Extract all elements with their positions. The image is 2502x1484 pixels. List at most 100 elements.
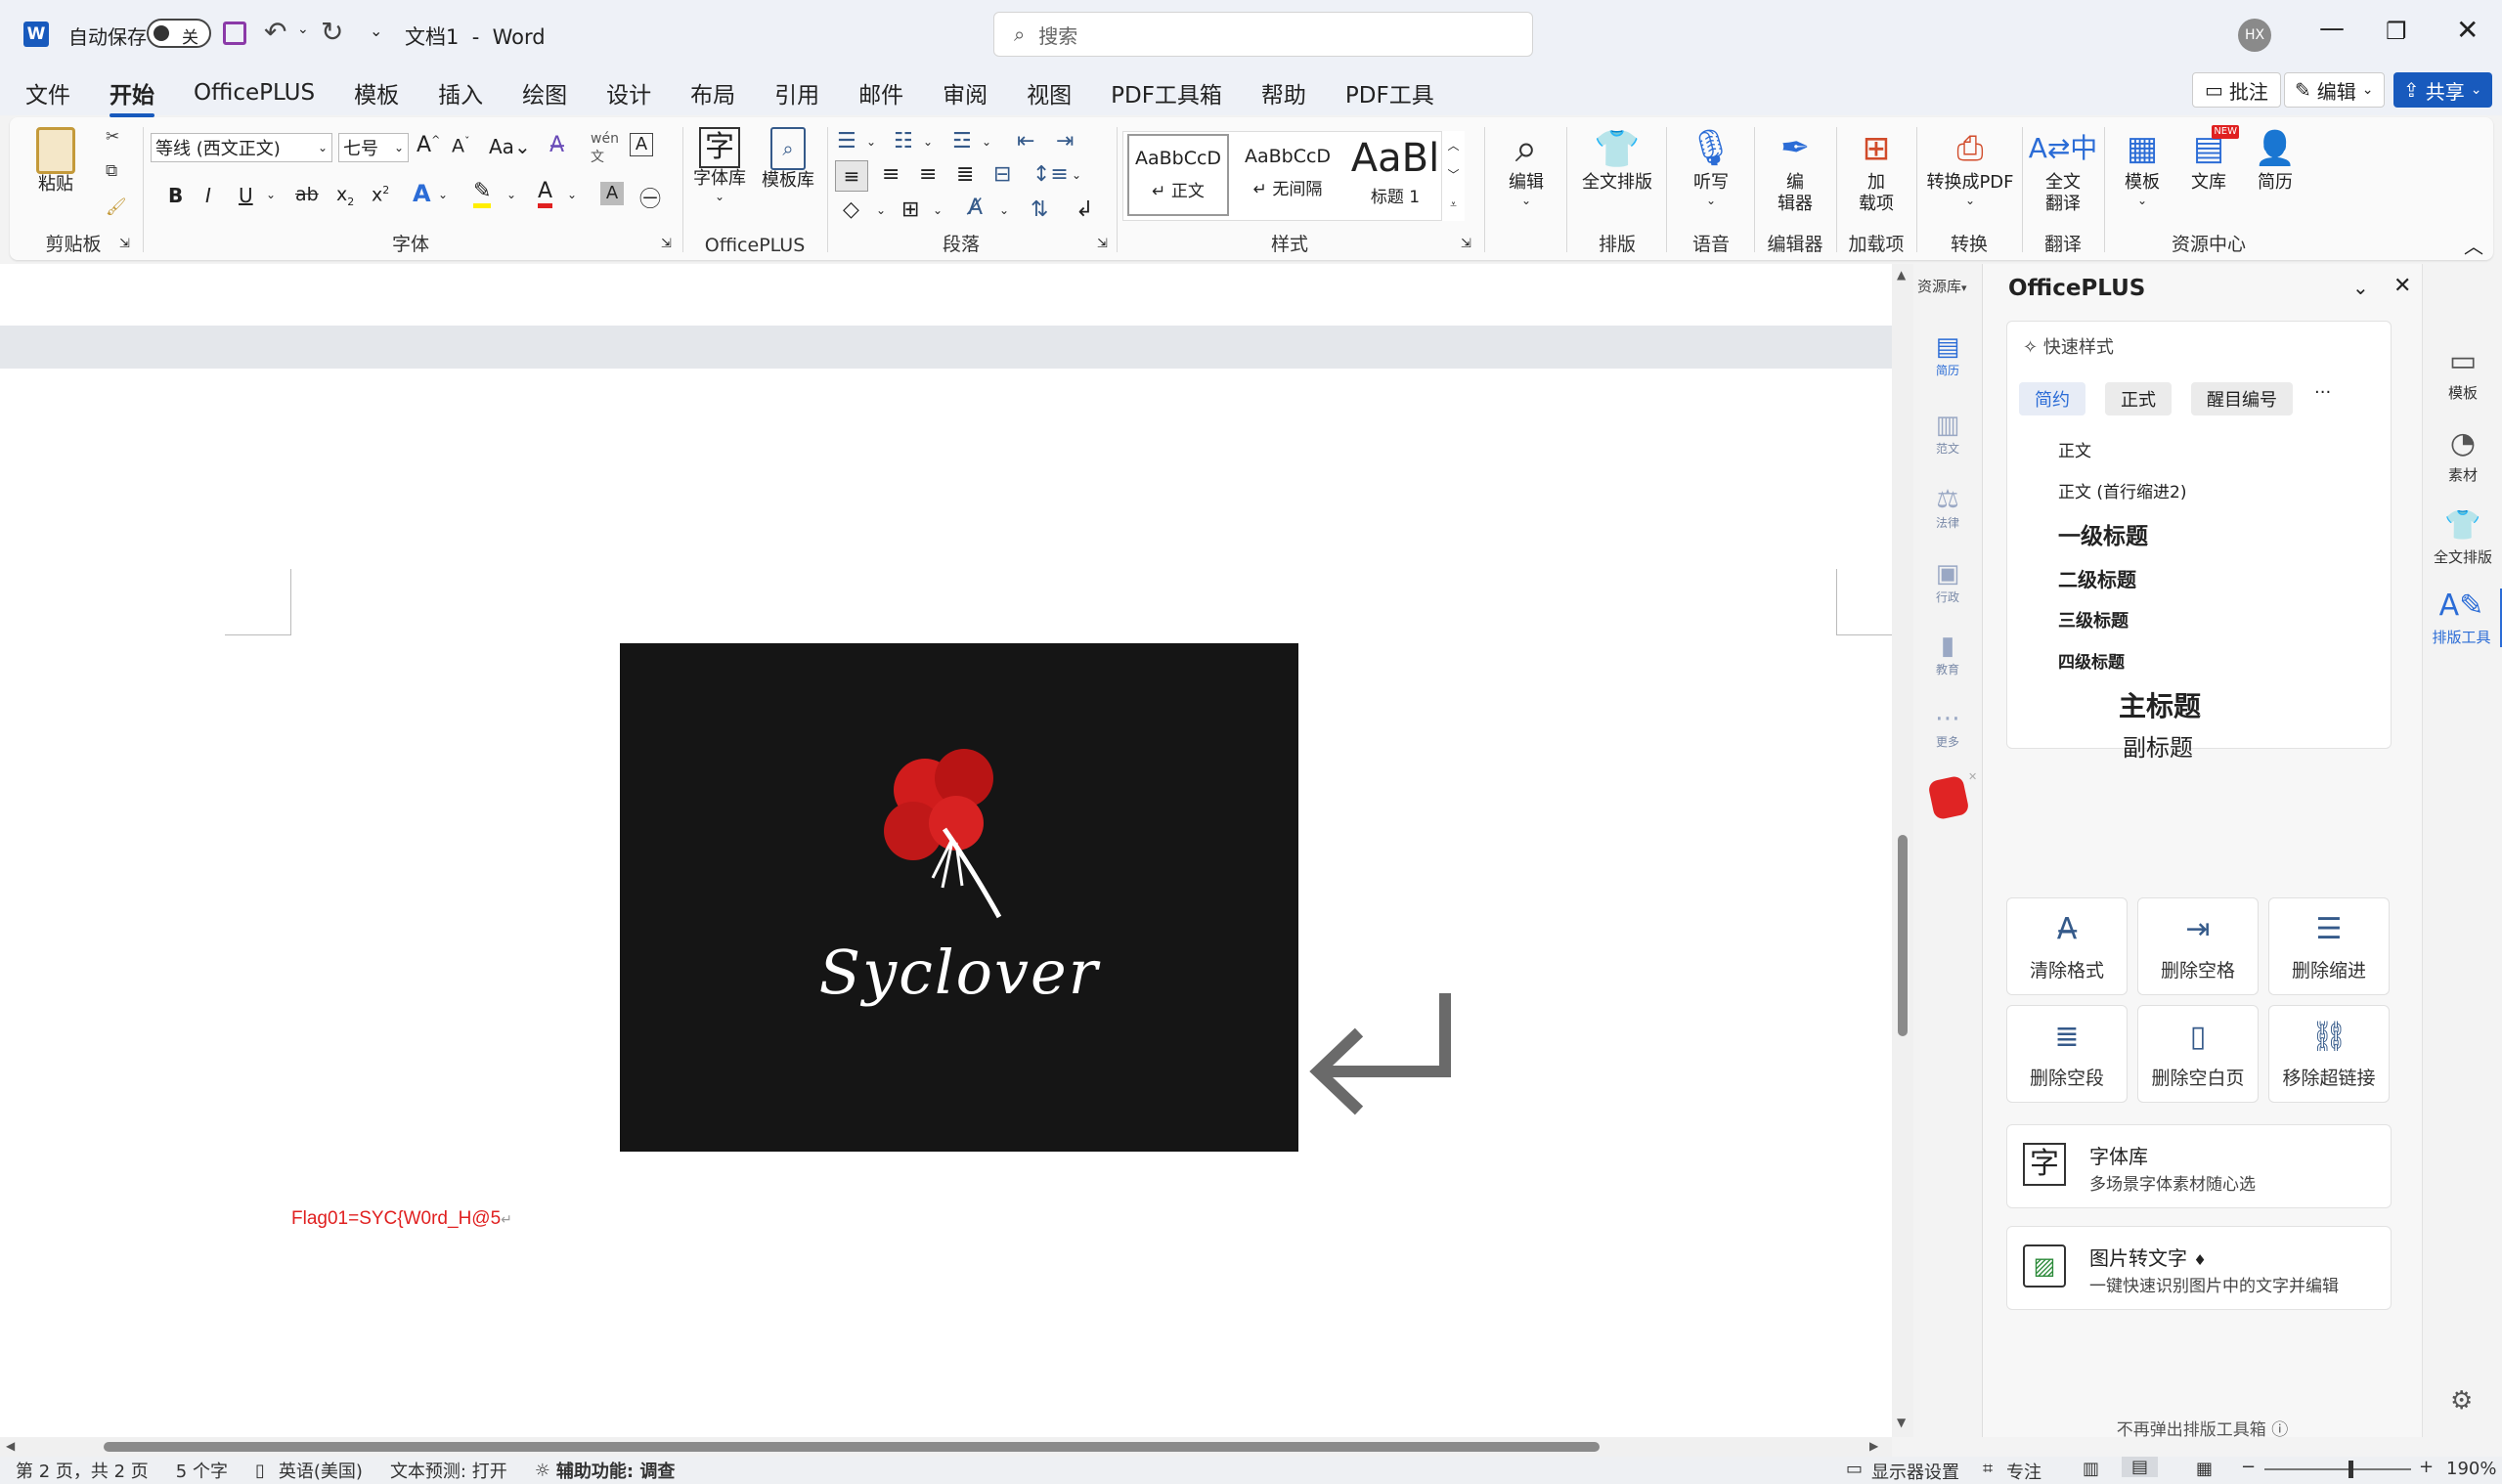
user-avatar[interactable]: HX (2238, 19, 2271, 52)
tab-more[interactable]: ··· (2314, 382, 2331, 403)
resource-template-button[interactable]: ▦ 模板 ⌄ (2112, 125, 2173, 207)
increase-indent-icon[interactable]: ⇥ (1056, 129, 1074, 153)
asian-layout-icon[interactable]: A̸ (968, 196, 983, 220)
editor-button[interactable]: ✒ 编 辑器 (1760, 125, 1830, 215)
status-display[interactable]: 显示器设置 (1871, 1459, 1959, 1484)
scroll-right-icon[interactable]: ▶ (1869, 1439, 1878, 1453)
numbering-icon[interactable]: ☷ (894, 129, 913, 153)
show-marks-icon[interactable]: ↲ (1075, 197, 1093, 222)
text-effects-dropdown-icon[interactable]: ⌄ (438, 188, 448, 201)
zoom-slider-thumb[interactable] (2348, 1461, 2353, 1478)
display-settings-icon[interactable]: ▭ (1846, 1459, 1863, 1479)
highlight-dropdown-icon[interactable]: ⌄ (506, 188, 516, 201)
underline-dropdown-icon[interactable]: ⌄ (266, 188, 276, 201)
line-spacing-dropdown-icon[interactable]: ⌄ (1072, 168, 1081, 182)
menu-officeplus[interactable]: OfficePLUS (194, 80, 315, 106)
remove-hyperlink-button[interactable]: ⛓ 移除超链接 (2268, 1005, 2390, 1103)
save-icon[interactable] (223, 22, 246, 45)
style-h4[interactable]: 四级标题 (2058, 648, 2125, 673)
bullets-dropdown-icon[interactable]: ⌄ (866, 135, 876, 149)
delete-blank-page-button[interactable]: ▯ 删除空白页 (2137, 1005, 2259, 1103)
menu-references[interactable]: 引用 (774, 76, 819, 109)
grow-font-icon[interactable]: A^ (417, 133, 440, 157)
enclose-characters-icon[interactable]: ㊀ (639, 182, 661, 213)
search-box[interactable]: ⌕ 搜索 (993, 12, 1533, 57)
style-h2[interactable]: 二级标题 (2058, 564, 2136, 592)
sort-icon[interactable]: ⇅ (1031, 197, 1048, 222)
style-subtitle[interactable]: 副标题 (2123, 728, 2193, 763)
menu-file[interactable]: 文件 (25, 76, 70, 109)
zoom-out-icon[interactable]: − (2241, 1457, 2256, 1477)
sidebar-item-education[interactable]: ▮ 教育 (1927, 632, 1968, 677)
resource-library-header[interactable]: 资源库▾ (1917, 276, 1967, 296)
cut-icon[interactable]: ✂ (106, 127, 119, 147)
resource-resume-button[interactable]: 👤 简历 (2245, 125, 2305, 194)
clipboard-launcher-icon[interactable]: ⇲ (119, 237, 130, 251)
sidebar-item-resume[interactable]: ▤ 简历 (1927, 332, 1968, 378)
clear-format-button[interactable]: A̶ 清除格式 (2006, 897, 2128, 995)
delete-indent-button[interactable]: ☰ 删除缩进 (2268, 897, 2390, 995)
dictate-button[interactable]: 🎙 听写 ⌄ (1672, 125, 1750, 207)
rail-layout-tools[interactable]: A✎ 排版工具 (2423, 589, 2502, 647)
menu-design[interactable]: 设计 (606, 76, 651, 109)
style-normal[interactable]: AaBbCcD ↵ 正文 (1127, 134, 1229, 216)
align-left-icon[interactable]: ≡ (835, 160, 868, 192)
undo-dropdown-icon[interactable]: ⌄ (297, 22, 309, 37)
font-launcher-icon[interactable]: ⇲ (661, 237, 672, 251)
font-library-button[interactable]: 字 字体库 ⌄ (688, 127, 751, 203)
menu-pdf-toolbox[interactable]: PDF工具箱 (1111, 76, 1222, 109)
borders-dropdown-icon[interactable]: ⌄ (933, 203, 943, 217)
edit-mode-button[interactable]: ✎ 编辑 ⌄ (2284, 72, 2385, 108)
delete-empty-para-button[interactable]: ≣ 删除空段 (2006, 1005, 2128, 1103)
panel-collapse-icon[interactable]: ⌄ (2352, 276, 2369, 299)
text-effects-icon[interactable]: A (413, 180, 431, 207)
style-title[interactable]: 主标题 (2119, 685, 2201, 724)
align-right-icon[interactable]: ≡ (919, 162, 937, 187)
multilevel-dropdown-icon[interactable]: ⌄ (982, 135, 991, 149)
justify-icon[interactable]: ≣ (956, 162, 974, 187)
resource-library-button[interactable]: ▤ NEW 文库 (2178, 125, 2239, 194)
multilevel-list-icon[interactable]: ☲ (952, 129, 972, 153)
phonetic-guide-icon[interactable]: wén 文 (591, 131, 619, 166)
sidebar-item-law[interactable]: ⚖ 法律 (1927, 485, 1968, 531)
close-promo-icon[interactable]: ✕ (1968, 770, 1977, 783)
status-zoom[interactable]: 190% (2446, 1459, 2496, 1479)
style-body-indent[interactable]: 正文 (首行缩进2) (2058, 478, 2186, 502)
red-envelope-icon[interactable] (1927, 774, 1970, 821)
shading-dropdown-icon[interactable]: ⌄ (876, 203, 886, 217)
rail-full-layout[interactable]: 👕 全文排版 (2423, 508, 2502, 567)
font-library-card[interactable]: 字 字体库 多场景字体素材随心选 (2006, 1124, 2392, 1208)
status-prediction[interactable]: 文本预测: 打开 (390, 1458, 507, 1483)
addins-button[interactable]: ⊞ 加 载项 (1842, 125, 1910, 215)
styles-scroll[interactable]: ︿ ﹀ ⩡ (1441, 131, 1465, 221)
collapse-ribbon-icon[interactable]: ︿ (2464, 231, 2483, 259)
font-color-dropdown-icon[interactable]: ⌄ (567, 188, 577, 201)
translate-button[interactable]: A⇄中 全文 翻译 (2028, 125, 2098, 215)
close-icon[interactable]: ✕ (2456, 14, 2479, 46)
web-layout-icon[interactable]: ▦ (2196, 1459, 2213, 1479)
autosave-toggle[interactable]: 关 (147, 19, 211, 48)
strikethrough-icon[interactable]: ab (295, 184, 319, 205)
rail-template[interactable]: ▭ 模板 (2423, 344, 2502, 403)
delete-spaces-button[interactable]: ⇥ 删除空格 (2137, 897, 2259, 995)
tab-formal[interactable]: 正式 (2105, 382, 2172, 415)
font-name-select[interactable]: 等线 (西文正文) ⌄ (151, 133, 332, 162)
template-library-button[interactable]: ⌕ 模板库 (753, 127, 823, 192)
menu-help[interactable]: 帮助 (1261, 76, 1306, 109)
convert-pdf-button[interactable]: ⎙ 转换成PDF ⌄ (1922, 125, 2018, 207)
styles-launcher-icon[interactable]: ⇲ (1461, 237, 1471, 251)
sidebar-item-sample[interactable]: ▥ 范文 (1927, 411, 1968, 457)
distributed-icon[interactable]: ⊟ (993, 162, 1011, 187)
menu-view[interactable]: 视图 (1027, 76, 1072, 109)
copy-icon[interactable]: ⧉ (106, 161, 117, 181)
scroll-up-icon[interactable]: ▲ (1897, 268, 1906, 282)
style-heading-1[interactable]: AaBl 标题 1 (1344, 134, 1446, 216)
status-language[interactable]: 英语(美国) (279, 1458, 363, 1483)
tab-numbered[interactable]: 醒目编号 (2191, 382, 2293, 415)
customize-qat-icon[interactable]: ⌄ (370, 22, 382, 40)
status-page[interactable]: 第 2 页，共 2 页 (16, 1458, 149, 1483)
align-center-icon[interactable]: ≡ (882, 162, 900, 187)
borders-icon[interactable]: ⊞ (901, 197, 919, 222)
status-focus[interactable]: 专注 (2006, 1459, 2041, 1484)
redo-icon[interactable]: ↻ (321, 16, 343, 48)
